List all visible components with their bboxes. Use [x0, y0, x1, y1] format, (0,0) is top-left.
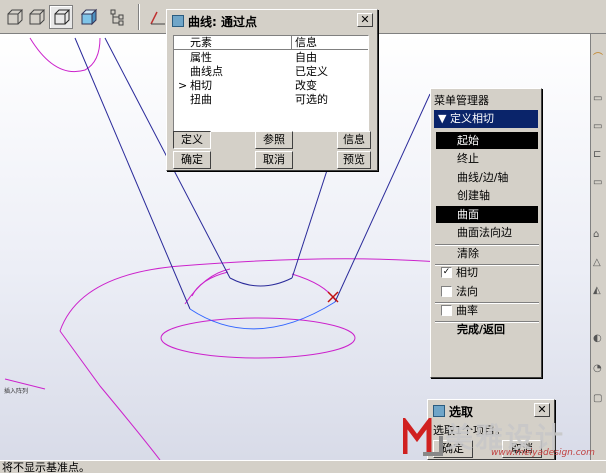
right-small-arc [291, 273, 336, 301]
menu-check-curvature[interactable]: 曲率 [436, 302, 538, 319]
define-button[interactable]: 定义 [173, 131, 211, 149]
status-bar: 将不显示基准点。 [0, 460, 606, 473]
small-annotation: 插入阵列 [4, 388, 29, 395]
reference-button[interactable]: 参照 [255, 131, 293, 149]
list-row-twist[interactable]: 扭曲 可选的 [174, 93, 368, 107]
mid-join-curve [229, 277, 293, 287]
current-row-marker: > [178, 79, 188, 92]
define-tangent-menu-header[interactable]: ▼ 定义相切 [434, 110, 538, 128]
selection-point-marker [327, 291, 339, 303]
menu-item-done-return[interactable]: 完成/返回 [436, 321, 538, 338]
coord-sys-icon[interactable]: ▭ [593, 178, 605, 188]
menu-item-clear[interactable]: 清除 [436, 245, 538, 262]
watermark-url: www.meiyadesign.com [491, 448, 595, 458]
watermark: 美雅设计 www.meiyadesign.com [403, 414, 606, 462]
list-header: 元素 信息 [174, 36, 368, 50]
revolve-icon[interactable]: △ [593, 258, 605, 268]
blue-trajectory-curve [189, 301, 336, 330]
big-sweep-curve [59, 258, 441, 332]
window-icon [172, 15, 184, 27]
curve-through-points-dialog: 曲线: 通过点 ✕ 元素 信息 属性 自由 曲线点 已定义 > 相切 改变 扭曲… [166, 9, 378, 171]
list-row-tangent[interactable]: > 相切 改变 [174, 79, 368, 93]
sweep-icon[interactable]: ◭ [593, 286, 605, 296]
list-row-attribute[interactable]: 属性 自由 [174, 51, 368, 65]
cube-shaded-icon[interactable] [2, 5, 26, 29]
datum-axis-icon[interactable]: ▭ [593, 122, 605, 132]
lower-sweep-curve [59, 330, 161, 460]
checkbox-unchecked[interactable] [441, 286, 452, 297]
round-icon[interactable]: ◔ [593, 364, 605, 374]
right-toolbar: ⌒ ▭ ▭ ⊏ ▭ ⌂ △ ◭ ◐ ◔ ▢ [590, 34, 606, 460]
element-list[interactable]: 元素 信息 属性 自由 曲线点 已定义 > 相切 改变 扭曲 可选的 [173, 35, 369, 132]
menu-item-create-axis[interactable]: 创建轴 [436, 187, 538, 204]
extrude-icon[interactable]: ⌂ [593, 230, 605, 240]
menu-manager-title: 菜单管理器 [434, 94, 489, 107]
ok-button[interactable]: 确定 [173, 151, 211, 169]
curve-dialog-title: 曲线: 通过点 [188, 14, 257, 29]
bottom-ellipse-curve [160, 317, 356, 359]
checkbox-checked[interactable]: ✓ [441, 267, 452, 278]
toolbar-separator [138, 4, 140, 30]
list-row-curve-points[interactable]: 曲线点 已定义 [174, 65, 368, 79]
datum-plane-icon[interactable]: ▭ [593, 94, 605, 104]
shell-icon[interactable]: ▢ [593, 394, 605, 404]
preview-button[interactable]: 预览 [337, 151, 371, 169]
datum-point-icon[interactable]: ⊏ [593, 150, 605, 160]
cube-wire-icon[interactable] [24, 5, 48, 29]
ring-left-curve [184, 268, 231, 305]
left-small-arc [191, 271, 229, 297]
triangle-down-icon: ▼ [438, 112, 450, 125]
element-column-header: 元素 [190, 36, 212, 49]
menu-item-start[interactable]: 起始 [436, 132, 538, 149]
menu-check-tangent[interactable]: ✓ 相切 [436, 264, 538, 281]
hole-icon[interactable]: ◐ [593, 334, 605, 344]
info-column-header: 信息 [295, 36, 317, 49]
tree-icon[interactable] [106, 5, 130, 29]
cancel-button[interactable]: 取消 [255, 151, 293, 169]
menu-manager: 菜单管理器 ▼ 定义相切 起始 终止 曲线/边/轴 创建轴 曲面 曲面法向边 清… [430, 88, 542, 378]
checkbox-unchecked[interactable] [441, 305, 452, 316]
cube-hidden-icon[interactable] [49, 5, 73, 29]
menu-check-normal[interactable]: 法向 [436, 283, 538, 300]
sketch-icon[interactable]: ⌒ [593, 54, 605, 64]
menu-item-surface-normal-edge[interactable]: 曲面法向边 [436, 224, 538, 241]
top-arc-curve [29, 37, 101, 73]
menu-item-surface[interactable]: 曲面 [436, 206, 538, 223]
curve-dialog-titlebar[interactable]: 曲线: 通过点 ✕ [169, 12, 375, 30]
cube-solid-icon[interactable] [76, 5, 100, 29]
menu-item-end[interactable]: 终止 [436, 150, 538, 167]
watermark-logo-icon [403, 418, 443, 456]
info-button[interactable]: 信息 [337, 131, 371, 149]
close-icon[interactable]: ✕ [357, 13, 373, 27]
menu-item-curve-edge-axis[interactable]: 曲线/边/轴 [436, 169, 538, 186]
